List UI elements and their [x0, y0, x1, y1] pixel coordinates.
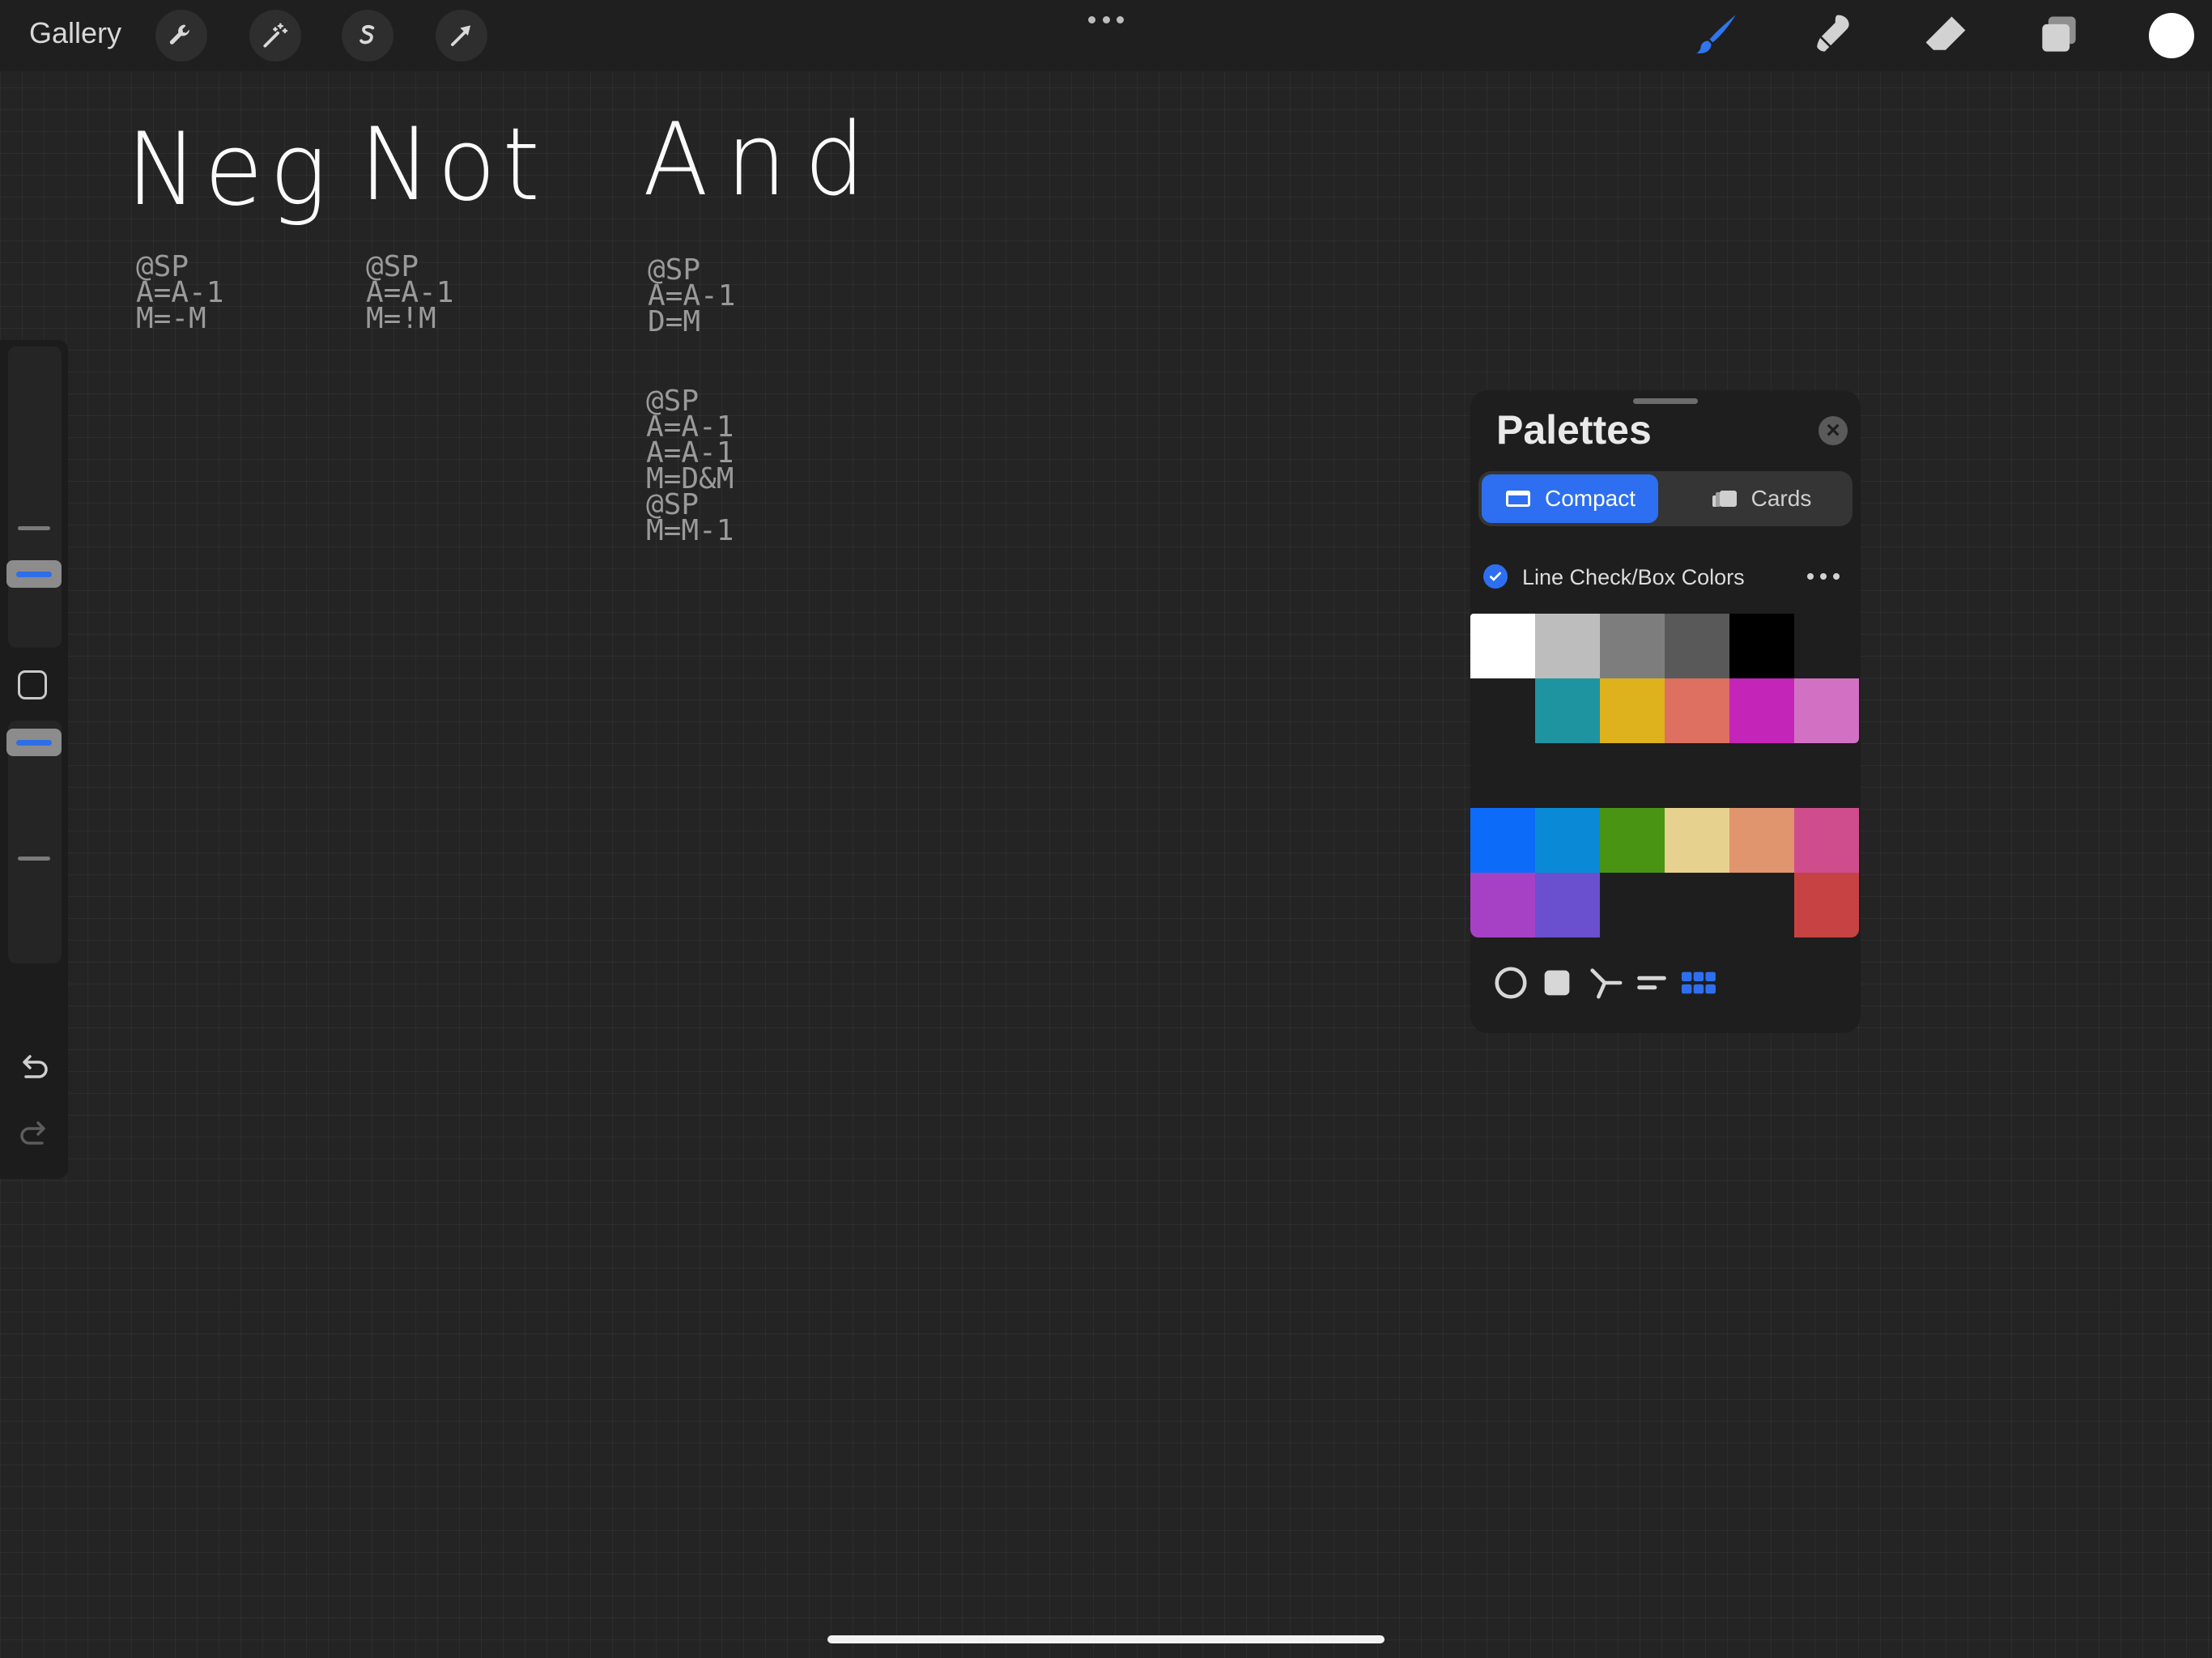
compact-icon	[1505, 491, 1530, 507]
opacity-thumb[interactable]	[6, 729, 62, 756]
canvas-note-neg: @SP A=A-1 M=-M	[136, 250, 224, 335]
color-swatch[interactable]	[1470, 808, 1535, 873]
redo-icon	[20, 1121, 45, 1145]
color-swatch[interactable]	[1535, 678, 1600, 743]
color-swatch[interactable]	[1665, 614, 1729, 678]
brush-tool-button[interactable]	[1691, 8, 1744, 62]
harmony-mode-button[interactable]	[1582, 960, 1627, 1005]
palettes-panel: Palettes × Compact Cards Line Check/Box …	[1470, 390, 1861, 1033]
color-swatch[interactable]	[1470, 873, 1535, 937]
color-swatch[interactable]	[1665, 678, 1729, 743]
tab-cards[interactable]: Cards	[1673, 474, 1849, 523]
redo-button[interactable]	[15, 1119, 53, 1151]
color-picker-button[interactable]	[2149, 13, 2194, 58]
color-swatch[interactable]	[1600, 808, 1665, 873]
default-check-icon[interactable]	[1483, 564, 1508, 589]
wrench-icon	[169, 24, 189, 45]
palette-more-icon[interactable]	[1807, 573, 1840, 580]
close-button[interactable]: ×	[1819, 416, 1848, 445]
color-swatch[interactable]	[1535, 614, 1600, 678]
eraser-icon	[1925, 16, 1966, 50]
magic-wand-icon	[263, 23, 288, 48]
canvas-heading-not: Not	[359, 105, 547, 223]
tab-compact[interactable]: Compact	[1482, 474, 1658, 523]
color-swatch[interactable]	[1470, 614, 1535, 678]
view-mode-segmented-control: Compact Cards	[1478, 471, 1853, 526]
classic-icon	[1544, 970, 1570, 996]
layers-button[interactable]	[2032, 8, 2086, 62]
color-swatch[interactable]	[1729, 808, 1794, 873]
brush-size-thumb[interactable]	[6, 560, 62, 588]
undo-button[interactable]	[15, 1052, 53, 1085]
value-icon	[1637, 976, 1666, 990]
slider-tick	[18, 526, 50, 530]
selection-s-icon	[359, 24, 375, 45]
brush-size-slider[interactable]	[6, 346, 62, 648]
home-indicator[interactable]	[827, 1635, 1385, 1643]
eraser-tool-button[interactable]	[1919, 8, 1972, 62]
color-swatch[interactable]	[1794, 873, 1859, 937]
classic-mode-button[interactable]	[1534, 960, 1580, 1005]
opacity-slider[interactable]	[6, 721, 62, 963]
layers-icon	[2042, 16, 2076, 52]
canvas-note-and-1: @SP A=A-1 D=M	[648, 253, 736, 338]
color-swatch[interactable]	[1535, 873, 1600, 937]
smudge-tool-button[interactable]	[1806, 8, 1859, 62]
color-swatch[interactable]	[1794, 808, 1859, 873]
tab-cards-label: Cards	[1750, 486, 1812, 511]
color-swatch[interactable]	[1535, 808, 1600, 873]
slider-tick	[18, 857, 50, 861]
color-swatch[interactable]	[1729, 678, 1794, 743]
panel-title: Palettes	[1496, 407, 1652, 453]
left-sidebar	[0, 340, 68, 1179]
modify-button[interactable]	[18, 670, 47, 699]
panel-grabber[interactable]	[1633, 398, 1698, 404]
palettes-mode-button[interactable]	[1676, 960, 1721, 1005]
tab-compact-label: Compact	[1544, 486, 1636, 511]
brush-icon	[1695, 15, 1736, 53]
cards-icon	[1712, 491, 1737, 507]
color-mode-bar	[1470, 960, 1861, 1005]
adjustments-button[interactable]	[249, 10, 301, 62]
selection-button[interactable]	[342, 10, 393, 62]
smudge-icon	[1817, 15, 1849, 52]
color-swatch[interactable]	[1729, 614, 1794, 678]
close-icon: ×	[1826, 417, 1840, 444]
harmony-icon	[1590, 968, 1623, 999]
color-swatch[interactable]	[1600, 678, 1665, 743]
actions-wrench-button[interactable]	[155, 10, 207, 62]
transform-button[interactable]	[436, 10, 487, 62]
canvas-heading-and: And	[643, 100, 883, 219]
palettes-icon	[1681, 971, 1716, 994]
disc-mode-button[interactable]	[1488, 960, 1534, 1005]
canvas-note-not: @SP A=A-1 M=!M	[366, 250, 454, 335]
more-options-icon[interactable]	[1088, 11, 1124, 28]
color-swatch[interactable]	[1665, 808, 1729, 873]
color-swatch[interactable]	[1794, 678, 1859, 743]
color-swatch[interactable]	[1600, 614, 1665, 678]
palette-header: Line Check/Box Colors	[1470, 549, 1861, 602]
gallery-button[interactable]: Gallery	[29, 16, 121, 50]
undo-icon	[23, 1055, 48, 1078]
canvas-heading-neg: Neg	[126, 110, 334, 228]
canvas-note-and-2: @SP A=A-1 A=A-1 M=D&M @SP M=M-1	[646, 385, 734, 547]
value-mode-button[interactable]	[1629, 960, 1674, 1005]
top-toolbar: Gallery	[0, 0, 2212, 71]
palette-name[interactable]: Line Check/Box Colors	[1522, 565, 1745, 590]
transform-arrow-icon	[451, 25, 471, 46]
disc-icon	[1495, 967, 1527, 999]
